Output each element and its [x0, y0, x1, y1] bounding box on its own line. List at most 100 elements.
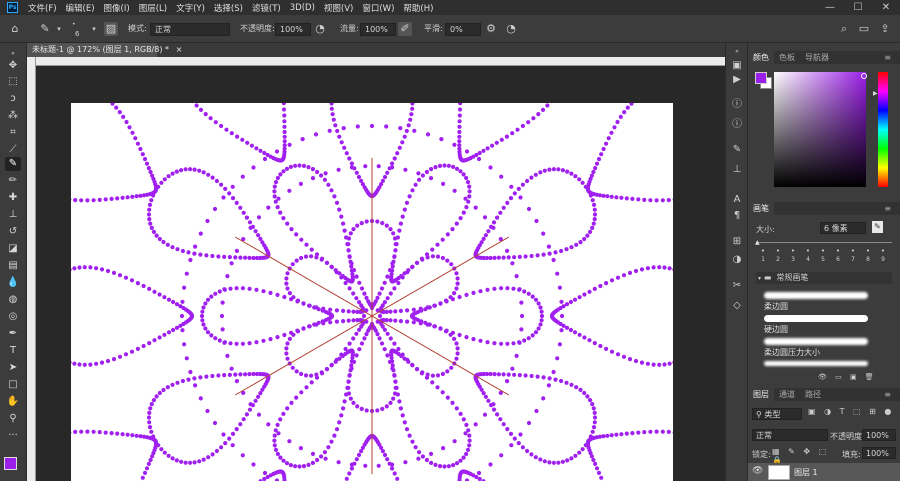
brush-preset-cell[interactable]: • 1	[756, 246, 770, 263]
character-panel-icon[interactable]: A	[729, 193, 745, 207]
brush-panel-icon[interactable]: ✎	[729, 143, 745, 157]
eye-icon[interactable]: 👁	[752, 466, 763, 476]
brush-preset-cell[interactable]: • 5	[816, 246, 830, 263]
color-panel-foreground-swatch[interactable]	[755, 72, 767, 84]
airbrush-icon[interactable]: ✐	[398, 22, 412, 36]
spot-heal-tool-icon[interactable]: ✚	[5, 191, 21, 205]
menu-view[interactable]: 视图(V)	[324, 2, 353, 14]
brush-tool-icon[interactable]: ✎	[5, 157, 21, 171]
pencil-tool-icon[interactable]: ✏	[5, 174, 21, 188]
paragraph-panel-icon[interactable]: ¶	[729, 209, 745, 223]
more-tools-icon[interactable]: ···	[5, 429, 21, 443]
panel-menu-icon[interactable]: ≡	[879, 388, 896, 401]
flow-input[interactable]: 100%	[360, 23, 396, 36]
chevron-down-icon[interactable]: ▾	[87, 22, 101, 36]
opacity-input[interactable]: 100%	[275, 23, 311, 36]
history-panel-icon[interactable]: ▣	[729, 59, 745, 73]
pen-tool-icon[interactable]: ✒	[5, 327, 21, 341]
layer-filter-icons[interactable]: ▣ ◑ T ⬚ ⊞ ●	[808, 407, 898, 419]
menu-help[interactable]: 帮助(H)	[403, 2, 433, 14]
brush-tool-icon[interactable]: ✎	[38, 22, 52, 36]
tab-paths[interactable]: 路径	[800, 388, 826, 401]
clone-stamp-tool-icon[interactable]: ⊥	[5, 208, 21, 222]
brush-item[interactable]: 柔边圆压力大小	[756, 338, 892, 357]
magic-wand-tool-icon[interactable]: ⁂	[5, 109, 21, 123]
blur-tool-icon[interactable]: 💧	[5, 276, 21, 290]
gear-icon[interactable]: ⚙	[484, 22, 498, 36]
fill-input[interactable]: 100%	[862, 447, 896, 459]
adjustments-panel-icon[interactable]: ◑	[729, 253, 745, 267]
pressure-opacity-icon[interactable]: ◔	[313, 22, 327, 36]
vertical-ruler[interactable]	[27, 57, 36, 481]
sponge-tool-icon[interactable]: ◎	[5, 310, 21, 324]
home-icon[interactable]: ⌂	[8, 22, 22, 36]
actions-play-icon[interactable]: ▶	[729, 73, 745, 87]
menu-3d[interactable]: 3D(D)	[290, 3, 315, 13]
menu-window[interactable]: 窗口(W)	[362, 2, 394, 14]
path-select-tool-icon[interactable]: ➤	[5, 361, 21, 375]
eraser-tool-icon[interactable]: ◪	[5, 242, 21, 256]
tab-brushes[interactable]: 画笔	[748, 202, 774, 215]
pressure-size-icon[interactable]: ◔	[504, 22, 518, 36]
lock-icons[interactable]: ▦ ✎ ✥ ⬚ 🔒	[772, 447, 842, 465]
tab-navigator[interactable]: 导航器	[800, 51, 834, 64]
minimize-button[interactable]: —	[816, 0, 844, 15]
brush-settings-icon[interactable]: ▨	[104, 22, 118, 36]
brush-preset-cell[interactable]: • 2	[771, 246, 785, 263]
tab-swatches[interactable]: 色板	[774, 51, 800, 64]
layer-filter-select[interactable]: ⚲ 类型	[752, 408, 802, 420]
tab-color[interactable]: 颜色	[748, 51, 774, 64]
move-tool-icon[interactable]: ✥	[5, 59, 21, 73]
brush-item[interactable]: 柔边圆	[756, 292, 892, 311]
color-picker-field[interactable]	[774, 72, 866, 187]
document-canvas[interactable]	[71, 103, 673, 481]
tab-layers[interactable]: 图层	[748, 388, 774, 401]
search-icon[interactable]: ⌕	[837, 22, 851, 36]
gradient-tool-icon[interactable]: ▤	[5, 259, 21, 273]
dock-collapse-icon[interactable]: «	[729, 45, 745, 59]
maximize-button[interactable]: ☐	[844, 0, 872, 15]
document-tab[interactable]: 未标题-1 @ 172% (图层 1, RGB/8) * ×	[27, 43, 182, 57]
share-icon[interactable]: ⇪	[878, 22, 892, 36]
info-panel-icon[interactable]: ⓘ	[729, 98, 745, 112]
lasso-tool-icon[interactable]: ↄ	[5, 92, 21, 106]
brush-size-slider-handle[interactable]: ▲	[755, 239, 760, 246]
menu-image[interactable]: 图像(I)	[104, 2, 130, 14]
brush-panel-footer-icons[interactable]: 👁 ▭ ▣ 🗑	[818, 373, 898, 383]
layer-row[interactable]: 👁 图层 1	[748, 463, 900, 481]
eyedropper-tool-icon[interactable]: ⟋	[5, 143, 21, 157]
zoom-tool-icon[interactable]: ⚲	[5, 412, 21, 426]
brush-preset-cell[interactable]: • 4	[801, 246, 815, 263]
paths-panel-icon[interactable]: ◇	[729, 299, 745, 313]
type-tool-icon[interactable]: T	[5, 344, 21, 358]
menu-select[interactable]: 选择(S)	[214, 2, 243, 14]
tab-channels[interactable]: 通道	[774, 388, 800, 401]
smoothing-input[interactable]: 0%	[445, 23, 481, 36]
panel-menu-icon[interactable]: ≡	[879, 51, 896, 64]
menu-layer[interactable]: 图层(L)	[139, 2, 167, 14]
brush-preview-icon[interactable]: ✎	[872, 221, 883, 233]
horizontal-ruler[interactable]	[27, 57, 725, 66]
color-picker-cursor[interactable]	[861, 73, 867, 79]
brush-size-input[interactable]: 6 像素	[820, 222, 866, 234]
close-window-button[interactable]: ✕	[872, 0, 900, 15]
menu-type[interactable]: 文字(Y)	[176, 2, 205, 14]
chevron-down-icon[interactable]: ▾	[52, 22, 66, 36]
brush-size-slider-track[interactable]	[756, 242, 892, 243]
history-brush-tool-icon[interactable]: ↺	[5, 225, 21, 239]
menu-edit[interactable]: 编辑(E)	[66, 2, 95, 14]
brush-preset-cell[interactable]: • 7	[846, 246, 860, 263]
brush-preset-cell[interactable]: • 8	[861, 246, 875, 263]
hue-slider[interactable]	[878, 72, 888, 187]
foreground-color-swatch[interactable]	[4, 457, 17, 470]
brush-item[interactable]: 硬边圆	[756, 315, 892, 334]
close-icon[interactable]: ×	[176, 45, 183, 54]
properties-panel-icon[interactable]: ⊞	[729, 235, 745, 249]
brush-folder-row[interactable]: ▾ ▬ 常规画笔	[756, 272, 892, 284]
tools-panel-icon[interactable]: ✂	[729, 279, 745, 293]
hue-slider-marker[interactable]: ▶	[873, 90, 878, 97]
marquee-tool-icon[interactable]: ⬚	[5, 75, 21, 89]
layer-opacity-input[interactable]: 100%	[862, 429, 896, 441]
brush-preset-cell[interactable]: • 3	[786, 246, 800, 263]
hand-tool-icon[interactable]: ✋	[5, 395, 21, 409]
